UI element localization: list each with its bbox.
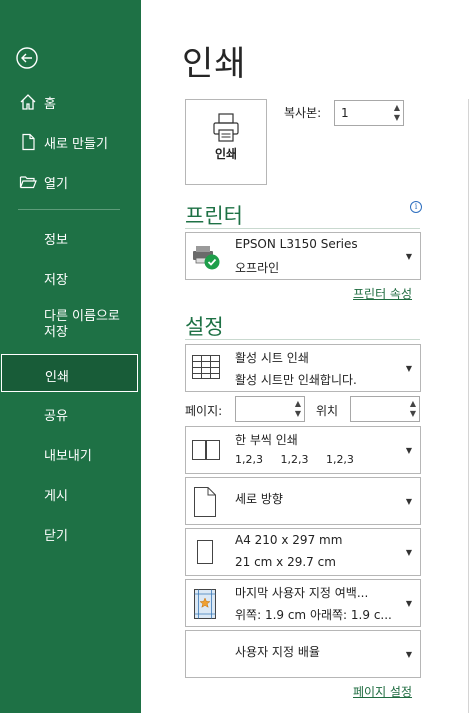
sidebar-divider bbox=[18, 209, 120, 210]
sidebar-item-label: 게시 bbox=[44, 489, 68, 504]
sidebar-item-share[interactable]: 공유 bbox=[0, 399, 141, 429]
paper-size-icon bbox=[197, 540, 213, 568]
sidebar-item-label: 공유 bbox=[44, 409, 68, 424]
orientation-dropdown[interactable]: 세로 방향 ▼ bbox=[185, 477, 421, 525]
print-button[interactable]: 인쇄 bbox=[185, 99, 267, 185]
sidebar-item-new[interactable]: 새로 만들기 bbox=[0, 127, 141, 157]
margins-title: 마지막 사용자 지정 여백... bbox=[235, 586, 369, 600]
preview-divider bbox=[468, 99, 469, 713]
copies-value: 1 bbox=[341, 106, 349, 120]
collation-dropdown[interactable]: 한 부씩 인쇄 1,2,3 1,2,3 1,2,3 ▼ bbox=[185, 426, 421, 474]
sidebar-item-label: 다른 이름으로 저장 bbox=[44, 309, 120, 340]
collation-title: 한 부씩 인쇄 bbox=[235, 433, 298, 447]
back-arrow-icon[interactable] bbox=[16, 47, 38, 69]
page-title: 인쇄 bbox=[182, 44, 247, 84]
sidebar-item-label: 정보 bbox=[44, 233, 68, 248]
pages-from-stepper[interactable]: ▲ ▼ bbox=[235, 396, 305, 422]
collation-description: 1,2,3 1,2,3 1,2,3 bbox=[235, 453, 354, 466]
printer-properties-link[interactable]: 프린터 속성 bbox=[353, 285, 412, 302]
sidebar-item-open[interactable]: 열기 bbox=[0, 167, 141, 197]
sidebar-item-label: 닫기 bbox=[44, 529, 68, 544]
scaling-title: 사용자 지정 배율 bbox=[235, 645, 320, 659]
printer-name: EPSON L3150 Series bbox=[235, 237, 358, 251]
printer-section-title: 프린터 bbox=[185, 204, 243, 228]
sidebar-item-save-as[interactable]: 다른 이름으로 저장 bbox=[0, 303, 141, 345]
orientation-title: 세로 방향 bbox=[235, 492, 283, 506]
printer-status: 오프라인 bbox=[235, 261, 280, 275]
printer-ready-icon bbox=[192, 245, 222, 275]
sidebar-item-label: 새로 만들기 bbox=[44, 137, 108, 152]
printer-icon bbox=[211, 112, 241, 144]
pages-to-label: 위치 bbox=[316, 404, 339, 418]
section-divider bbox=[185, 339, 420, 340]
sidebar-item-print[interactable]: 인쇄 bbox=[1, 354, 138, 392]
new-document-icon bbox=[19, 133, 37, 151]
decrement-icon[interactable]: ▼ bbox=[295, 410, 301, 418]
increment-icon[interactable]: ▲ bbox=[410, 400, 416, 408]
sidebar-item-label: 열기 bbox=[44, 177, 68, 192]
decrement-icon[interactable]: ▼ bbox=[410, 410, 416, 418]
home-icon bbox=[19, 93, 37, 111]
copies-stepper[interactable]: 1 ▲ ▼ bbox=[334, 100, 404, 126]
collated-pages-icon bbox=[192, 440, 220, 464]
scaling-dropdown[interactable]: 사용자 지정 배율 ▼ bbox=[185, 630, 421, 678]
chevron-down-icon: ▼ bbox=[405, 446, 412, 455]
settings-section-title: 설정 bbox=[185, 315, 224, 339]
increment-icon[interactable]: ▲ bbox=[394, 104, 400, 112]
print-scope-title: 활성 시트 인쇄 bbox=[235, 351, 309, 365]
paper-size-dropdown[interactable]: A4 210 x 297 mm 21 cm x 29.7 cm ▼ bbox=[185, 528, 421, 576]
page-setup-link[interactable]: 페이지 설정 bbox=[353, 683, 412, 700]
print-scope-dropdown[interactable]: 활성 시트 인쇄 활성 시트만 인쇄합니다. ▼ bbox=[185, 344, 421, 392]
sidebar-item-home[interactable]: 홈 bbox=[0, 87, 141, 117]
sidebar-item-save[interactable]: 저장 bbox=[0, 263, 141, 293]
info-icon[interactable]: i bbox=[410, 201, 422, 213]
print-scope-description: 활성 시트만 인쇄합니다. bbox=[235, 373, 357, 387]
sidebar-item-publish[interactable]: 게시 bbox=[0, 479, 141, 509]
decrement-icon[interactable]: ▼ bbox=[394, 114, 400, 122]
sheet-grid-icon bbox=[192, 355, 220, 383]
sidebar-item-export[interactable]: 내보내기 bbox=[0, 439, 141, 469]
pages-label: 페이지: bbox=[185, 404, 223, 418]
chevron-down-icon: ▼ bbox=[405, 252, 412, 261]
paper-size-description: 21 cm x 29.7 cm bbox=[235, 555, 336, 569]
open-folder-icon bbox=[19, 173, 37, 191]
sidebar-item-label: 저장 bbox=[44, 273, 68, 288]
chevron-down-icon: ▼ bbox=[405, 599, 412, 608]
chevron-down-icon: ▼ bbox=[405, 364, 412, 373]
sidebar-item-label: 내보내기 bbox=[44, 449, 92, 464]
paper-size-title: A4 210 x 297 mm bbox=[235, 533, 343, 547]
custom-margins-icon bbox=[194, 589, 216, 623]
margins-dropdown[interactable]: 마지막 사용자 지정 여백... 위쪽: 1.9 cm 아래쪽: 1.9 c..… bbox=[185, 579, 421, 627]
sidebar-item-close[interactable]: 닫기 bbox=[0, 519, 141, 549]
sidebar-item-label: 인쇄 bbox=[45, 370, 69, 385]
print-button-label: 인쇄 bbox=[214, 147, 238, 161]
sidebar-item-info[interactable]: 정보 bbox=[0, 223, 141, 253]
increment-icon[interactable]: ▲ bbox=[295, 400, 301, 408]
margins-description: 위쪽: 1.9 cm 아래쪽: 1.9 c... bbox=[235, 608, 392, 622]
chevron-down-icon: ▼ bbox=[405, 548, 412, 557]
chevron-down-icon: ▼ bbox=[405, 650, 412, 659]
portrait-page-icon bbox=[194, 487, 216, 521]
printer-dropdown[interactable]: EPSON L3150 Series 오프라인 ▼ bbox=[185, 232, 421, 280]
sidebar-item-label: 홈 bbox=[44, 97, 56, 112]
section-divider bbox=[185, 228, 420, 229]
pages-to-stepper[interactable]: ▲ ▼ bbox=[350, 396, 420, 422]
chevron-down-icon: ▼ bbox=[405, 497, 412, 506]
copies-label: 복사본: bbox=[284, 106, 322, 120]
backstage-sidebar: 홈 새로 만들기 열기 정보 저장 다른 이름으로 저장 인쇄 공유 내보내기 … bbox=[0, 0, 141, 713]
